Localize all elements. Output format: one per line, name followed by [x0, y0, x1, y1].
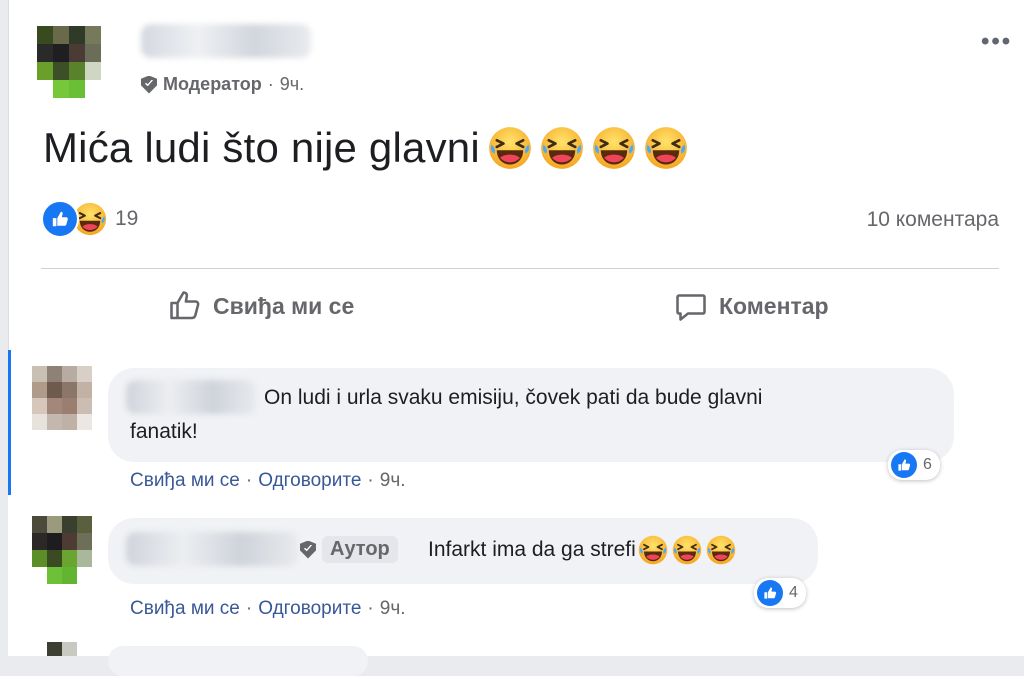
comment-time[interactable]: 9ч.	[380, 470, 406, 492]
like-button[interactable]: Свиђа ми се	[167, 288, 354, 324]
moderator-shield-icon	[141, 75, 157, 94]
author-shield-icon	[300, 540, 316, 559]
comments-section: On ludi i urla svaku emisiju, čovek pati…	[8, 350, 1024, 676]
laughing-emoji-icon	[488, 126, 532, 170]
commenter-name-blurred[interactable]	[126, 532, 298, 566]
laughing-emoji-icon	[592, 126, 636, 170]
laughing-emoji-icon	[672, 535, 702, 565]
author-avatar[interactable]	[37, 26, 101, 98]
role-label: Модератор	[163, 74, 262, 94]
reaction-count[interactable]: 19	[115, 207, 138, 231]
comment-bubble: Аутор Infarkt ima da ga strefi	[108, 518, 818, 584]
reaction-summary[interactable]: 19	[41, 200, 138, 238]
actions-divider	[41, 268, 999, 269]
laughing-emoji-icon	[644, 126, 688, 170]
laughing-emoji-icon	[540, 126, 584, 170]
comment-actions: Свиђа ми се · Одговорите · 9ч.	[130, 470, 406, 492]
comment-actions: Свиђа ми се · Одговорите · 9ч.	[130, 598, 406, 620]
comment-button[interactable]: Коментар	[673, 288, 829, 324]
comment-like-link[interactable]: Свиђа ми се	[130, 470, 240, 492]
comment-bubble: On ludi i urla svaku emisiju, čovek pati…	[108, 368, 954, 462]
post-time[interactable]: 9ч.	[280, 74, 304, 95]
comment-button-label: Коментар	[719, 292, 829, 319]
post-text: Mića ludi što nije glavni	[43, 124, 688, 172]
commenter-name-blurred[interactable]	[126, 380, 256, 414]
laughing-emoji-icon	[706, 535, 736, 565]
comment-text-line1: On ludi i urla svaku emisiju, čovek pati…	[264, 386, 763, 409]
comment-bubble	[108, 646, 368, 676]
post-card: Модератор · 9ч. ••• Mića ludi što nije g…	[8, 0, 1024, 350]
more-options-icon[interactable]: •••	[981, 28, 1012, 56]
post-meta: Модератор · 9ч.	[141, 74, 304, 95]
comment-time[interactable]: 9ч.	[380, 598, 406, 620]
meta-dot: ·	[367, 470, 374, 491]
author-name-blurred[interactable]	[141, 24, 311, 58]
comment-text-line2: fanatik!	[130, 420, 198, 443]
comment-reactions[interactable]: 6	[888, 450, 940, 480]
comment-text: Infarkt ima da ga strefi	[428, 534, 736, 566]
meta-dot: ·	[367, 598, 374, 619]
like-reaction-icon	[41, 200, 79, 238]
highlight-bar	[8, 350, 11, 495]
commenter-avatar[interactable]	[32, 642, 92, 656]
thumbs-up-icon	[170, 291, 200, 320]
comment-reply-link[interactable]: Одговорите	[258, 470, 361, 492]
meta-dot: ·	[245, 598, 253, 619]
like-reaction-icon	[757, 580, 783, 606]
comment-bubble-icon	[676, 294, 706, 321]
comment-reaction-count: 6	[923, 456, 932, 473]
meta-dot: ·	[245, 470, 253, 491]
author-tag-label: Аутор	[322, 536, 398, 563]
like-reaction-icon	[891, 452, 917, 478]
meta-dot: ·	[267, 74, 274, 94]
laughing-emoji-icon	[638, 535, 668, 565]
post-text-content: Mića ludi što nije glavni	[43, 124, 480, 171]
like-button-label: Свиђа ми се	[213, 292, 355, 319]
commenter-avatar[interactable]	[32, 366, 92, 430]
comment-count[interactable]: 10 коментара	[867, 208, 999, 232]
comment-like-link[interactable]: Свиђа ми се	[130, 598, 240, 620]
author-badge: Аутор	[300, 536, 398, 563]
comment-reaction-count: 4	[789, 584, 798, 601]
comment-reply-link[interactable]: Одговорите	[258, 598, 361, 620]
comment-text-content: Infarkt ima da ga strefi	[428, 538, 636, 561]
comment-reactions[interactable]: 4	[754, 578, 806, 608]
commenter-avatar[interactable]	[32, 516, 92, 584]
